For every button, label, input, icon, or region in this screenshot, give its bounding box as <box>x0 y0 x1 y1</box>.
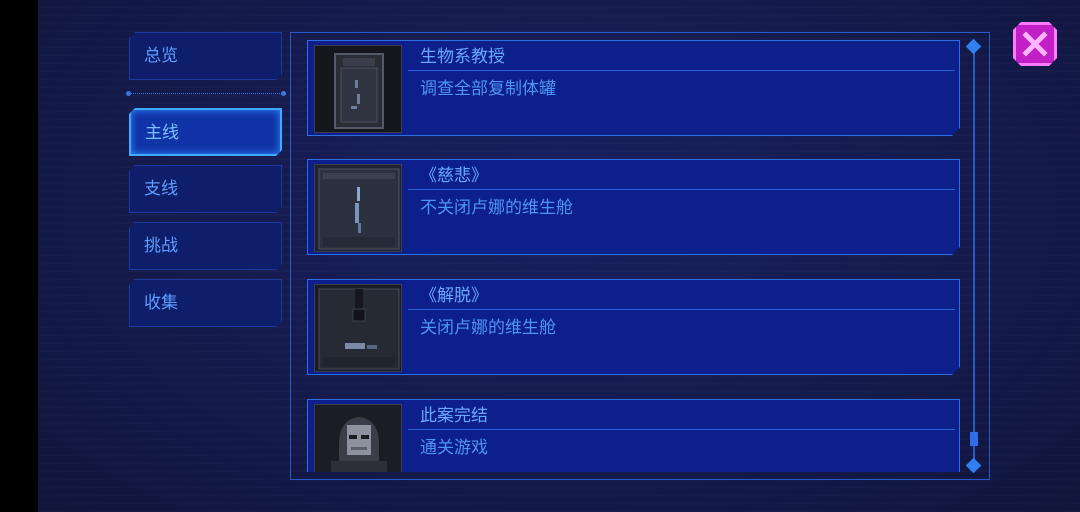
tab-main-story[interactable]: 主线 <box>129 108 282 156</box>
achievement-title: 生物系教授 <box>420 47 505 67</box>
close-icon <box>1021 30 1049 58</box>
achievement-title: 《解脱》 <box>420 286 488 306</box>
life-pod-closed-icon <box>314 284 402 372</box>
tab-collection[interactable]: 收集 <box>129 279 282 327</box>
card-separator <box>408 429 955 430</box>
achievement-description: 调查全部复制体罐 <box>420 79 556 99</box>
sidebar-divider <box>126 91 286 96</box>
achievement-description: 不关闭卢娜的维生舱 <box>420 198 573 218</box>
tab-side-story[interactable]: 支线 <box>129 165 282 213</box>
scrollbar-track[interactable] <box>973 46 975 466</box>
specimen-tank-icon <box>314 45 402 133</box>
achievement-card[interactable]: 《慈悲》 不关闭卢娜的维生舱 <box>307 159 960 255</box>
achievement-title: 此案完结 <box>420 406 488 426</box>
life-pod-glow-icon <box>314 164 402 252</box>
achievement-card[interactable]: 此案完结 通关游戏 <box>307 399 960 472</box>
tab-overview[interactable]: 总览 <box>129 32 282 80</box>
card-separator <box>408 309 955 310</box>
card-separator <box>408 189 955 190</box>
scrollbar-thumb[interactable] <box>970 432 978 446</box>
card-separator <box>408 70 955 71</box>
achievement-card[interactable]: 生物系教授 调查全部复制体罐 <box>307 40 960 136</box>
detective-portrait-icon <box>314 404 402 472</box>
screen-edge <box>0 0 38 512</box>
achievement-description: 通关游戏 <box>420 438 488 458</box>
achievement-title: 《慈悲》 <box>420 166 488 186</box>
achievement-card[interactable]: 《解脱》 关闭卢娜的维生舱 <box>307 279 960 375</box>
close-button[interactable] <box>1013 22 1057 66</box>
achievement-description: 关闭卢娜的维生舱 <box>420 318 556 338</box>
achievement-list[interactable]: 生物系教授 调查全部复制体罐 《慈悲》 不关闭卢娜的维生舱 《解脱》 关闭卢娜的… <box>307 40 962 472</box>
tab-challenge[interactable]: 挑战 <box>129 222 282 270</box>
